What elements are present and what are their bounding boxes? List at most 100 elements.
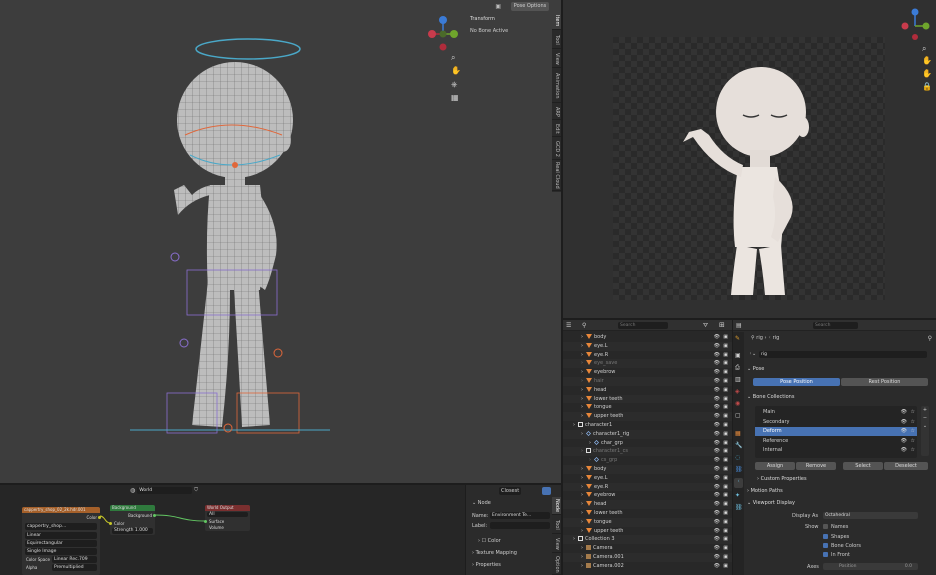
tab-view[interactable]: View <box>552 50 561 68</box>
visibility-eye-icon[interactable]: 👁 <box>714 474 720 483</box>
render-toggle-icon[interactable]: ▣ <box>723 403 728 412</box>
expand-chevron-icon[interactable]: › <box>581 369 583 375</box>
bone-colors-check[interactable] <box>823 543 828 548</box>
expand-chevron-icon[interactable]: › <box>589 457 591 463</box>
outliner-row[interactable]: › eye_save 👁 ▣ <box>563 359 732 369</box>
outliner-row[interactable]: › body 👁 ▣ <box>563 465 732 474</box>
visibility-eye-icon[interactable]: 👁 <box>714 562 720 571</box>
lock-icon[interactable]: 🔒 <box>922 82 932 91</box>
new-collection-icon[interactable]: ⊞ <box>719 321 725 329</box>
visibility-eye-icon[interactable]: 👁 <box>714 518 720 527</box>
node-label-field[interactable] <box>490 522 550 529</box>
expand-chevron-icon[interactable]: › <box>581 563 583 569</box>
render-toggle-icon[interactable]: ▣ <box>723 465 728 474</box>
remove-button[interactable]: Remove <box>796 462 836 470</box>
tab-animation[interactable]: Animation <box>552 69 561 103</box>
expand-chevron-icon[interactable]: › <box>581 519 583 525</box>
tab-arp[interactable]: ARP <box>552 104 561 120</box>
display-as-select[interactable]: Octahedral <box>823 512 918 519</box>
star-icon[interactable]: ☆ <box>911 437 915 446</box>
tab-node[interactable]: Node <box>552 497 561 515</box>
deselect-button[interactable]: Deselect <box>884 462 928 470</box>
expand-chevron-icon[interactable]: › <box>581 343 583 349</box>
visibility-eye-icon[interactable]: 👁 <box>714 544 720 553</box>
pan-hand-icon-right[interactable]: ✋ <box>922 56 932 65</box>
editor-type-icon[interactable]: ☰ <box>566 322 571 329</box>
outliner-row[interactable]: › character1_rig 👁 ▣ <box>563 429 732 439</box>
expand-chevron-icon[interactable]: › <box>581 448 583 454</box>
render-toggle-icon[interactable]: ▣ <box>723 351 728 360</box>
tab-gcd[interactable]: GCD 2 <box>552 138 561 160</box>
expand-chevron-icon[interactable]: › <box>581 466 583 472</box>
remove-collection-icon[interactable]: − <box>921 414 929 422</box>
in-front-check[interactable] <box>823 552 828 557</box>
render-toggle-icon[interactable]: ▣ <box>723 395 728 404</box>
outliner-row[interactable]: › char_grp 👁 ▣ <box>563 439 732 448</box>
visibility-eye-icon[interactable]: 👁 <box>714 483 720 492</box>
closest-select[interactable]: Closest <box>499 487 521 495</box>
outliner-row[interactable]: › eye.L 👁 ▣ <box>563 341 732 351</box>
visibility-eye-icon[interactable]: 👁 <box>901 446 907 455</box>
outliner-row[interactable]: › lower teeth 👁 ▣ <box>563 394 732 404</box>
pin-icon[interactable]: ⚲ <box>928 335 932 342</box>
tab-tool[interactable]: Tool <box>552 31 561 49</box>
render-toggle-icon[interactable]: ▣ <box>723 500 728 509</box>
visibility-eye-icon[interactable]: 👁 <box>714 342 720 351</box>
outliner-row[interactable]: › head 👁 ▣ <box>563 386 732 395</box>
assign-button[interactable]: Assign <box>755 462 795 470</box>
character-model[interactable] <box>130 25 460 445</box>
armature-data-tab-icon[interactable]: ᚲ <box>734 478 743 488</box>
collection-tab-icon[interactable]: ▢ <box>735 412 741 419</box>
outliner-row[interactable]: › hair 👁 ▣ <box>563 377 732 386</box>
outliner-row[interactable]: › character1_cs 👁 ▣ <box>563 447 732 457</box>
outliner-row[interactable]: › Camera.002 👁 ▣ <box>563 562 732 571</box>
visibility-eye-icon[interactable]: 👁 <box>714 351 720 360</box>
outliner-row[interactable]: › tongue 👁 ▣ <box>563 403 732 412</box>
object-tab-icon[interactable]: ▦ <box>735 430 741 437</box>
texture-mapping-panel[interactable]: › Texture Mapping <box>472 550 517 556</box>
outliner-row[interactable]: › eye.R 👁 ▣ <box>563 482 732 492</box>
pose-position-button[interactable]: Pose Position <box>753 378 840 386</box>
render-toggle-icon[interactable]: ▣ <box>723 535 728 544</box>
visibility-eye-icon[interactable]: 👁 <box>714 368 720 377</box>
visibility-eye-icon[interactable]: 👁 <box>714 377 720 386</box>
armature-name-field[interactable]: rig <box>759 351 927 358</box>
tab-node-option[interactable]: Option <box>552 554 561 575</box>
render-toggle-icon[interactable]: ▣ <box>723 386 728 395</box>
names-check[interactable] <box>823 524 828 529</box>
filter-icon[interactable]: ⛛ <box>703 322 708 330</box>
render-toggle-icon[interactable]: ▣ <box>723 456 728 465</box>
expand-chevron-icon[interactable]: › <box>581 554 583 560</box>
tab-node-view[interactable]: View <box>552 535 561 553</box>
outliner-row[interactable]: › Camera 👁 ▣ <box>563 544 732 553</box>
node-editor[interactable]: ◍ World ⛉ cappertry_shop_02_2k.hdr.001 C… <box>0 485 465 575</box>
motion-paths-header[interactable]: › Motion Paths <box>747 487 930 496</box>
visibility-eye-icon[interactable]: 👁 <box>714 491 720 500</box>
outliner-search[interactable]: Search <box>618 322 668 329</box>
render-toggle-icon[interactable]: ▣ <box>723 377 728 386</box>
camera-icon-right[interactable]: ✋ <box>922 69 932 78</box>
outliner-row[interactable]: › upper teeth 👁 ▣ <box>563 412 732 421</box>
expand-chevron-icon[interactable]: › <box>573 422 575 428</box>
bone-collection-item[interactable]: Internal 👁 ☆ <box>755 446 917 455</box>
outliner-row[interactable]: › Camera.001 👁 ▣ <box>563 553 732 562</box>
visibility-eye-icon[interactable]: 👁 <box>714 395 720 404</box>
properties-search[interactable]: Search <box>813 322 858 329</box>
outliner-row[interactable]: › lower teeth 👁 ▣ <box>563 509 732 518</box>
star-icon[interactable]: ☆ <box>911 427 915 436</box>
expand-chevron-icon[interactable]: › <box>581 545 583 551</box>
visibility-eye-icon[interactable]: 👁 <box>901 408 907 417</box>
visibility-eye-icon[interactable]: 👁 <box>714 333 720 342</box>
render-toggle-icon[interactable]: ▣ <box>723 474 728 483</box>
navigation-gizmo-right[interactable] <box>901 4 935 48</box>
render-toggle-icon[interactable]: ▣ <box>723 430 728 439</box>
visibility-eye-icon[interactable]: 👁 <box>714 456 720 465</box>
outliner-row[interactable]: › head 👁 ▣ <box>563 500 732 509</box>
outliner-row[interactable]: › tongue 👁 ▣ <box>563 517 732 527</box>
render-toggle-icon[interactable]: ▣ <box>723 421 728 430</box>
expand-chevron-icon[interactable]: › <box>581 492 583 498</box>
star-icon[interactable]: ☆ <box>911 408 915 417</box>
outliner[interactable]: ☰ ⚲ Search ⛛ ⊞ › body 👁 ▣ › eye.L 👁 ▣ › eye.R 👁 ▣ › e… <box>563 320 732 575</box>
node-panel-title[interactable]: ⌄ Node <box>472 500 491 506</box>
render-toggle-icon[interactable]: ▣ <box>723 412 728 421</box>
